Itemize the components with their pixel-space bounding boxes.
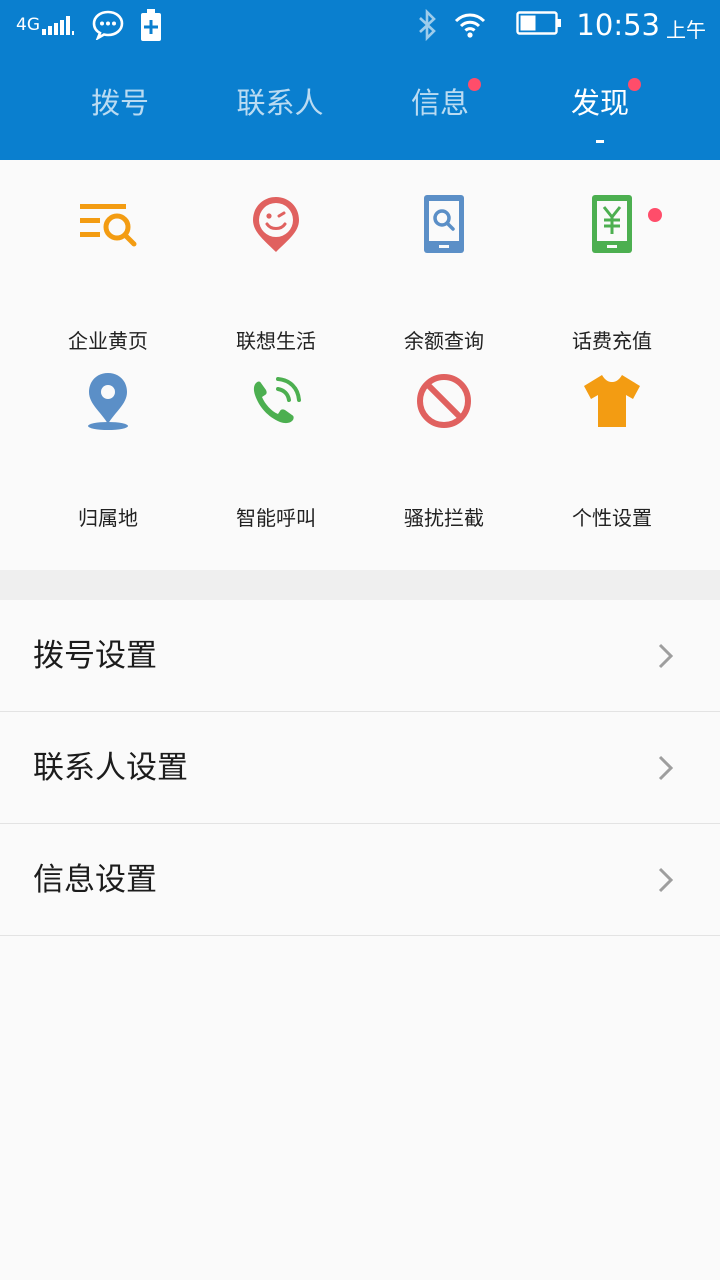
message-bubble-icon: [92, 10, 124, 40]
feature-personalize[interactable]: 个性设置: [528, 337, 696, 530]
tshirt-icon: [584, 375, 640, 427]
feature-balance-query[interactable]: 余额查询: [360, 160, 528, 353]
tab-label: 信息: [410, 86, 469, 120]
chevron-right-icon: [658, 755, 674, 781]
location-pin-icon: [88, 373, 128, 430]
tab-label: 拨号: [90, 86, 149, 120]
active-tab-indicator: [596, 140, 604, 143]
tab-discover[interactable]: 发现: [520, 70, 680, 143]
signal-icon: [42, 15, 76, 35]
phone-search-icon: [424, 195, 464, 253]
feature-harassment-block[interactable]: 骚扰拦截: [360, 337, 528, 530]
notification-badge: [628, 78, 641, 91]
feature-location[interactable]: 归属地: [24, 337, 192, 530]
settings-list: 拨号设置 联系人设置 信息设置: [0, 600, 720, 936]
tab-label: 发现: [570, 86, 629, 120]
chevron-right-icon: [658, 643, 674, 669]
phone-yuan-icon: [592, 195, 632, 253]
feature-label: 个性设置: [572, 506, 652, 530]
yellow-pages-icon: [80, 204, 137, 247]
clock-time: 10:53: [576, 8, 660, 42]
tab-dial[interactable]: 拨号: [40, 70, 200, 140]
status-bar: 4G 10:53 上午: [0, 0, 720, 50]
notification-badge: [468, 78, 481, 91]
tab-bar: 拨号 联系人 信息 发现: [0, 70, 720, 150]
setting-label: 联系人设置: [33, 750, 188, 786]
network-type: 4G: [16, 15, 40, 35]
app-header: 4G 10:53 上午 拨号 联系人 信息 发现: [0, 0, 720, 160]
tab-messages[interactable]: 信息: [360, 70, 520, 140]
feature-lenovo-life[interactable]: 联想生活: [192, 160, 360, 353]
messages-settings-row[interactable]: 信息设置: [0, 824, 720, 936]
clock-ampm: 上午: [666, 17, 706, 42]
tab-contacts[interactable]: 联系人: [200, 70, 360, 140]
feature-yellow-pages[interactable]: 企业黄页: [24, 160, 192, 353]
setting-label: 信息设置: [33, 862, 157, 898]
feature-label: 骚扰拦截: [404, 506, 484, 530]
notification-badge: [648, 208, 662, 222]
feature-phone-recharge[interactable]: 话费充值: [528, 160, 696, 353]
smart-call-icon: [253, 377, 301, 424]
feature-smart-call[interactable]: 智能呼叫: [192, 337, 360, 530]
block-icon: [417, 374, 471, 428]
wifi-icon: [454, 12, 486, 38]
bluetooth-icon: [416, 9, 438, 41]
dial-settings-row[interactable]: 拨号设置: [0, 600, 720, 712]
feature-label: 归属地: [78, 506, 138, 530]
feature-grid: 企业黄页 联想生活 余额查询 话费充值 归属地 智能呼叫 骚扰拦截 个性设置: [0, 160, 720, 570]
battery-charging-icon: [140, 9, 162, 41]
battery-icon: [516, 11, 562, 39]
smile-pin-icon: [253, 197, 299, 252]
contacts-settings-row[interactable]: 联系人设置: [0, 712, 720, 824]
chevron-right-icon: [658, 867, 674, 893]
section-divider: [0, 570, 720, 600]
tab-label: 联系人: [236, 86, 324, 120]
setting-label: 拨号设置: [33, 638, 157, 674]
feature-label: 智能呼叫: [236, 506, 316, 530]
